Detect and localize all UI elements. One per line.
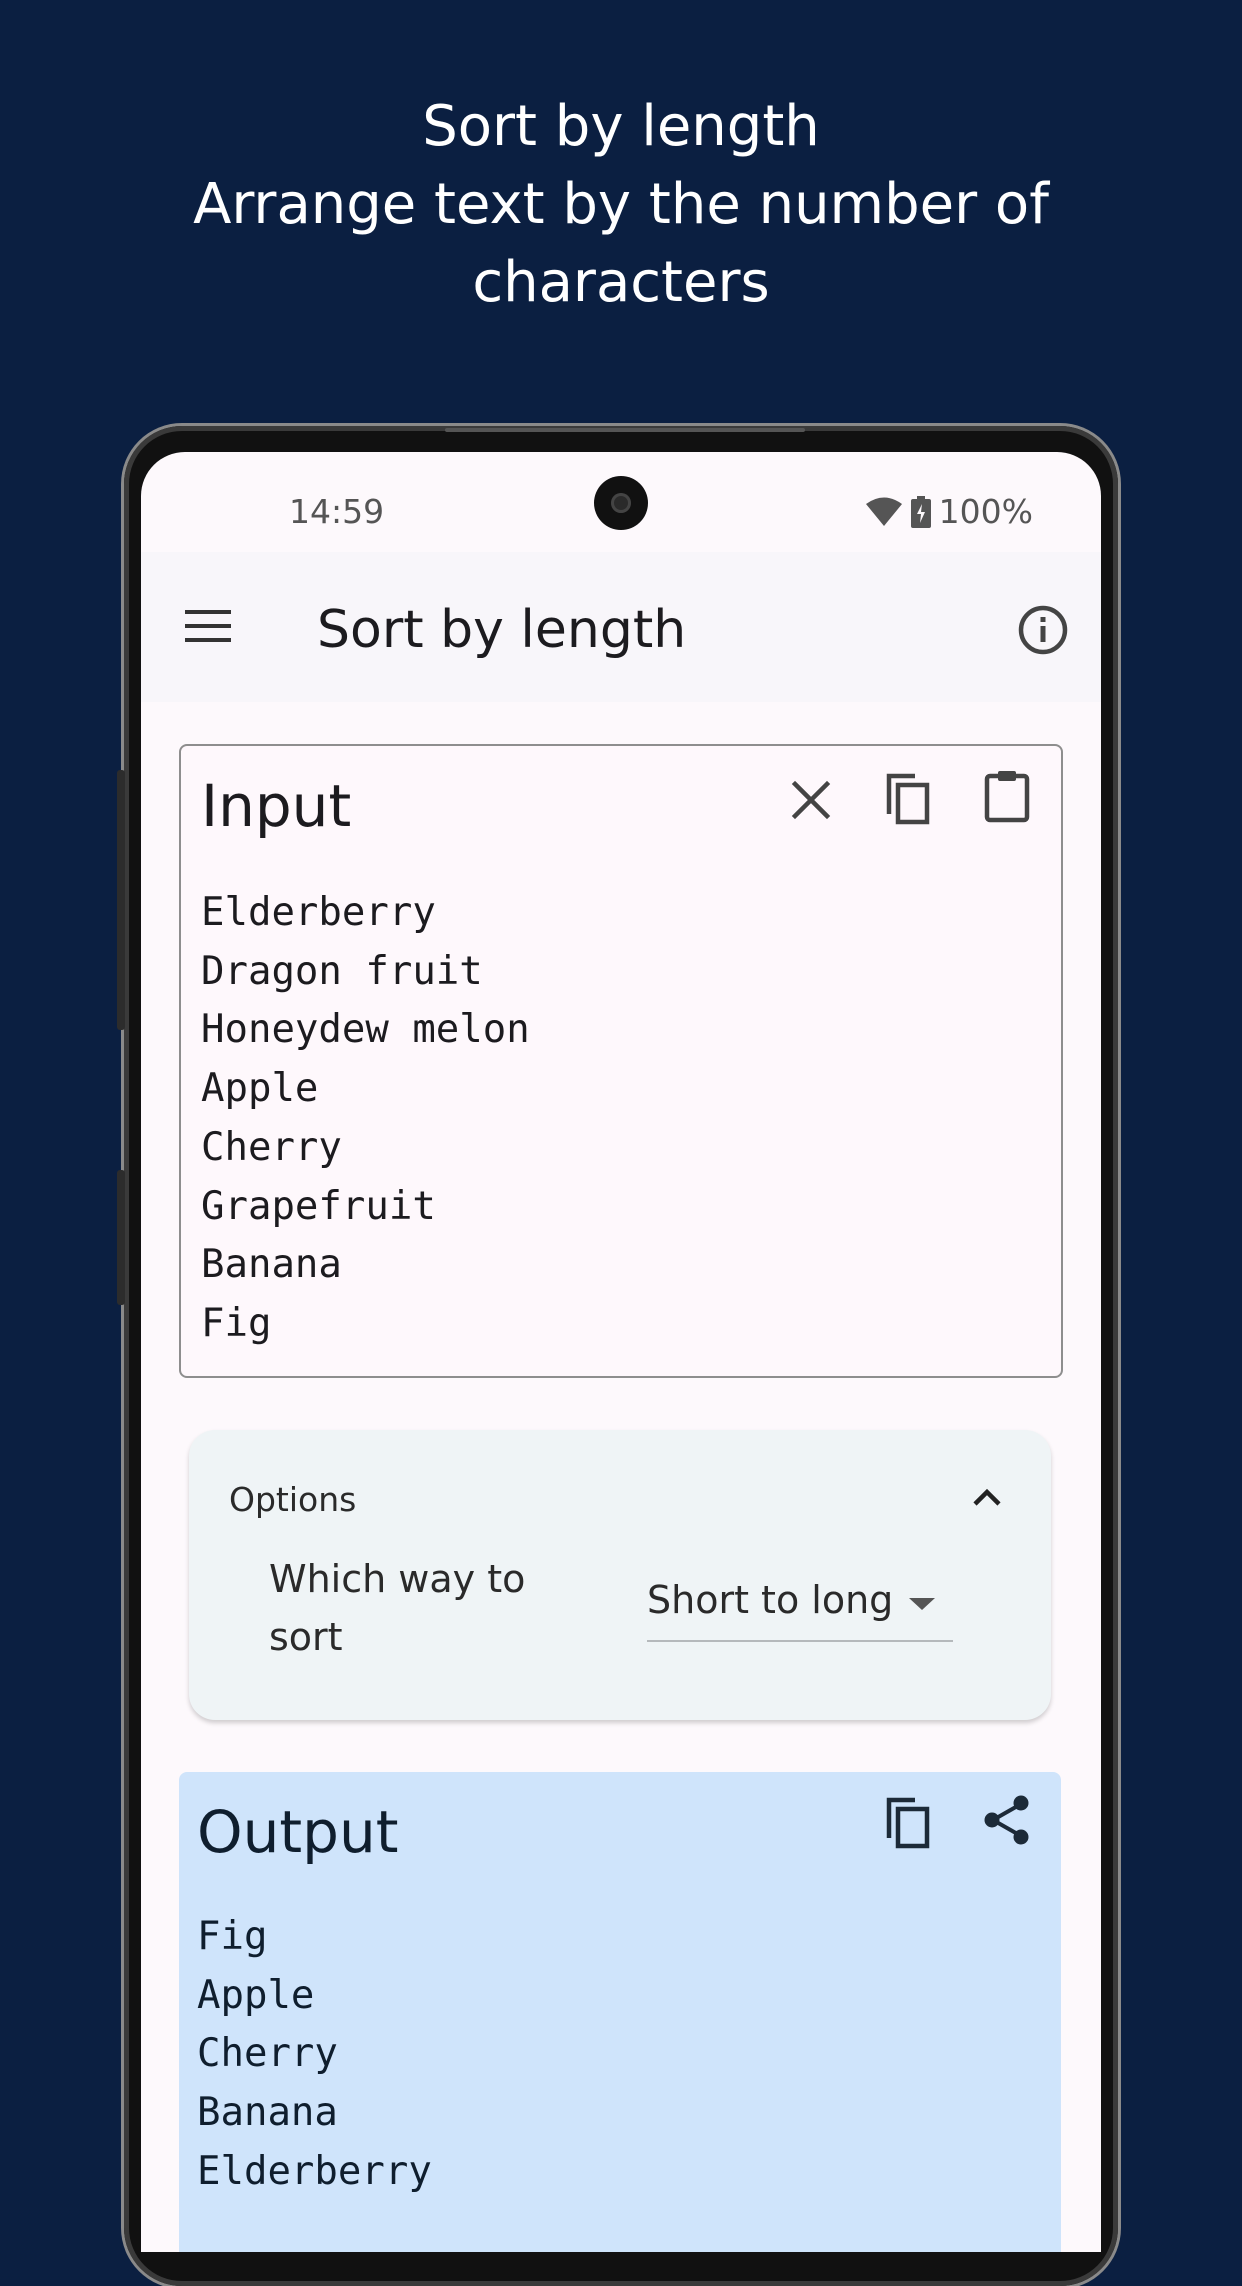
input-line: Cherry bbox=[201, 1124, 342, 1170]
copy-icon[interactable] bbox=[879, 1792, 939, 1852]
info-icon[interactable] bbox=[1017, 604, 1069, 656]
input-line: Banana bbox=[201, 1242, 342, 1288]
input-line: Dragon fruit bbox=[201, 948, 483, 994]
sort-direction-label: Which way to sort bbox=[269, 1557, 526, 1659]
status-icons: 100% bbox=[865, 492, 1033, 531]
output-text[interactable]: Fig Apple Cherry Banana Elderberry bbox=[197, 1908, 432, 2202]
promo-subtitle-line1: Arrange text by the number of bbox=[193, 172, 1049, 237]
phone-side-button-lower bbox=[117, 1170, 125, 1305]
promo-title: Sort by length bbox=[422, 94, 820, 159]
output-line: Apple bbox=[197, 1972, 315, 2018]
input-line: Apple bbox=[201, 1066, 319, 1112]
promo-header: Sort by length Arrange text by the numbe… bbox=[0, 88, 1242, 322]
battery-percent: 100% bbox=[938, 492, 1033, 531]
battery-icon bbox=[910, 495, 931, 528]
output-line: Cherry bbox=[197, 2031, 338, 2077]
output-title: Output bbox=[197, 1798, 399, 1866]
output-line: Banana bbox=[197, 2090, 338, 2136]
wifi-icon bbox=[865, 497, 902, 526]
sort-direction-select[interactable]: Short to long bbox=[647, 1570, 953, 1642]
input-line: Grapefruit bbox=[201, 1183, 436, 1229]
app-bar: Sort by length bbox=[141, 552, 1101, 702]
phone-screen: 14:59 100% Sort by length Input Elderber… bbox=[141, 452, 1101, 2252]
input-line: Elderberry bbox=[201, 890, 436, 935]
input-card: Input Elderberry Dragon fruit Honeydew m… bbox=[179, 744, 1063, 1378]
dropdown-arrow-icon bbox=[909, 1598, 935, 1610]
front-camera bbox=[594, 476, 648, 530]
input-text[interactable]: Elderberry Dragon fruit Honeydew melon A… bbox=[201, 884, 530, 1354]
output-line: Elderberry bbox=[197, 2148, 432, 2194]
promo-subtitle-line2: characters bbox=[472, 250, 770, 315]
phone-side-button-upper bbox=[117, 770, 125, 1030]
output-card: Output Fig Apple Cherry Banana Elderberr… bbox=[179, 1772, 1061, 2252]
chevron-up-icon[interactable] bbox=[967, 1478, 1007, 1518]
options-title[interactable]: Options bbox=[229, 1480, 356, 1519]
input-line: Fig bbox=[201, 1300, 272, 1346]
phone-top-edge bbox=[445, 428, 805, 432]
share-icon[interactable] bbox=[977, 1790, 1037, 1850]
input-line: Honeydew melon bbox=[201, 1007, 530, 1053]
options-panel: Options Which way to sort Short to long bbox=[189, 1430, 1051, 1720]
status-time: 14:59 bbox=[289, 492, 385, 531]
output-line: Fig bbox=[197, 1914, 268, 1959]
paste-icon[interactable] bbox=[977, 766, 1037, 826]
sort-direction-value: Short to long bbox=[647, 1578, 894, 1622]
app-title: Sort by length bbox=[317, 600, 687, 660]
menu-icon[interactable] bbox=[185, 606, 233, 646]
clear-icon[interactable] bbox=[781, 770, 841, 830]
input-title: Input bbox=[201, 772, 352, 840]
copy-icon[interactable] bbox=[879, 768, 939, 828]
